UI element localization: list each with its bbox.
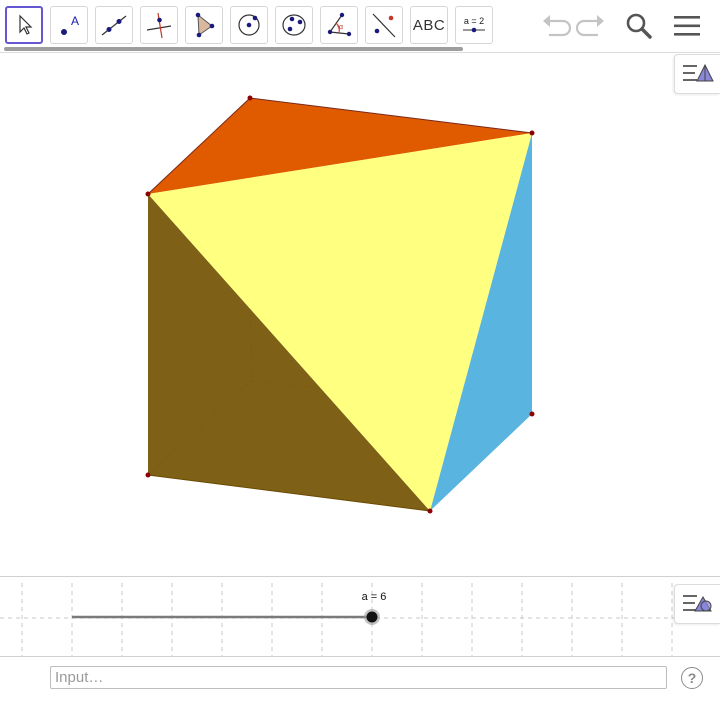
help-icon: ? [687, 670, 697, 686]
svg-text:A: A [71, 14, 79, 28]
graphics-3d-view[interactable] [0, 52, 720, 574]
circle-icon [238, 14, 260, 36]
text-tool-button[interactable]: ABC [410, 6, 448, 44]
reflect-tool-button[interactable] [365, 6, 403, 44]
slider-tool-label: a = 2 [463, 16, 485, 26]
graphics-view[interactable]: a = 6 [0, 576, 720, 656]
point-tool-button[interactable]: A [50, 6, 88, 44]
toolbar: A α ABC a = 2 [0, 0, 720, 53]
main-menu-button[interactable] [670, 10, 704, 42]
polygon-icon [195, 12, 215, 38]
algebra-input[interactable] [50, 666, 667, 689]
conic-tool-button[interactable] [275, 6, 313, 44]
text-tool-label: ABC [412, 16, 446, 34]
reflect-icon [372, 13, 396, 38]
conic-icon [282, 14, 306, 36]
vertex-point[interactable] [427, 508, 433, 514]
svg-text:α: α [339, 24, 343, 31]
style-bar-toggle-3d[interactable] [674, 54, 720, 94]
slider-tool-icon [463, 27, 485, 33]
help-button[interactable]: ? [681, 667, 703, 689]
perpendicular-line-tool-button[interactable] [140, 6, 178, 44]
angle-icon: α [327, 12, 352, 37]
search-button[interactable] [622, 10, 656, 42]
redo-icon [576, 15, 604, 37]
menu-icon [674, 16, 700, 36]
search-icon [626, 13, 652, 39]
move-tool-button[interactable] [5, 6, 43, 44]
point-icon: A [61, 14, 79, 35]
slider-tool-button[interactable]: a = 2 [455, 6, 493, 44]
polygon-tool-button[interactable] [185, 6, 223, 44]
perpendicular-line-icon [146, 12, 172, 39]
vertex-point[interactable] [529, 411, 535, 417]
redo-button[interactable] [575, 10, 609, 42]
style-bar-3d-icon [682, 63, 714, 82]
circle-tool-button[interactable] [230, 6, 268, 44]
slider-label: a = 6 [361, 591, 387, 603]
line-icon [101, 15, 127, 36]
undo-icon [543, 15, 571, 37]
grid-and-slider [0, 583, 720, 656]
slider-knob-center[interactable] [366, 611, 378, 623]
style-bar-2d-icon [682, 595, 712, 612]
vertex-point[interactable] [145, 472, 151, 478]
vertex-point[interactable] [145, 191, 151, 197]
line-tool-button[interactable] [95, 6, 133, 44]
input-bar: ? [0, 656, 720, 701]
toolbar-scrollbar[interactable] [4, 47, 463, 51]
vertex-point[interactable] [247, 95, 253, 101]
vertex-point[interactable] [529, 130, 535, 136]
move-cursor-icon [19, 14, 33, 35]
angle-tool-button[interactable]: α [320, 6, 358, 44]
style-bar-toggle-2d[interactable] [674, 584, 720, 624]
cube-tetrahedron-drawing[interactable] [0, 52, 720, 574]
undo-button[interactable] [538, 10, 572, 42]
grid-lines [0, 583, 720, 656]
